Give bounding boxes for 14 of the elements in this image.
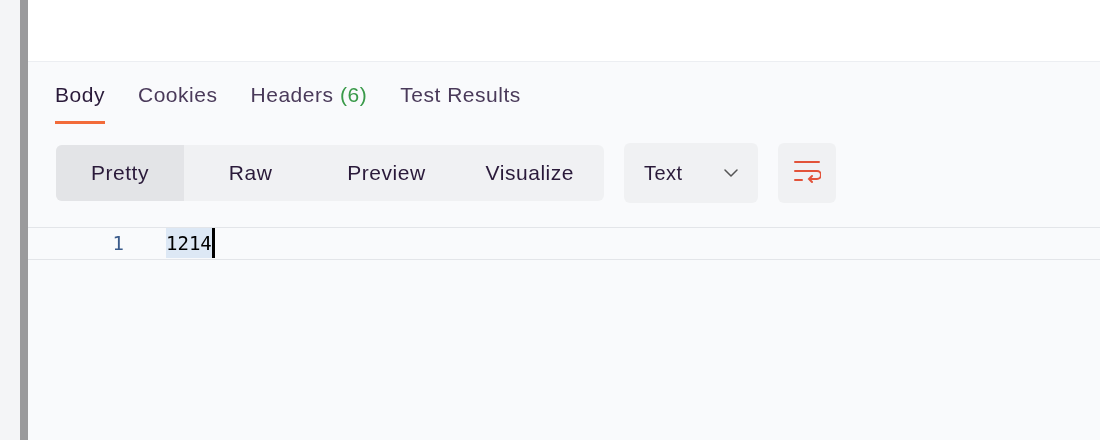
chevron-down-icon (724, 168, 738, 177)
response-tab[interactable]: Headers (6) (250, 79, 368, 124)
code-text: 1214 (166, 228, 215, 258)
view-mode-tab[interactable]: Visualize (455, 144, 604, 201)
line-number: 1 (111, 230, 124, 256)
format-dropdown[interactable]: Text (624, 142, 758, 203)
view-mode-tab[interactable]: Raw (184, 144, 318, 201)
response-tab[interactable]: Test Results (400, 79, 521, 124)
response-tab[interactable]: Cookies (137, 79, 218, 124)
response-tab[interactable]: Body (55, 79, 105, 124)
wrap-lines-icon (793, 159, 821, 186)
view-mode-tab[interactable]: Pretty (56, 144, 184, 201)
view-mode-tab[interactable]: Preview (317, 144, 456, 201)
wrap-lines-button[interactable] (778, 142, 836, 203)
